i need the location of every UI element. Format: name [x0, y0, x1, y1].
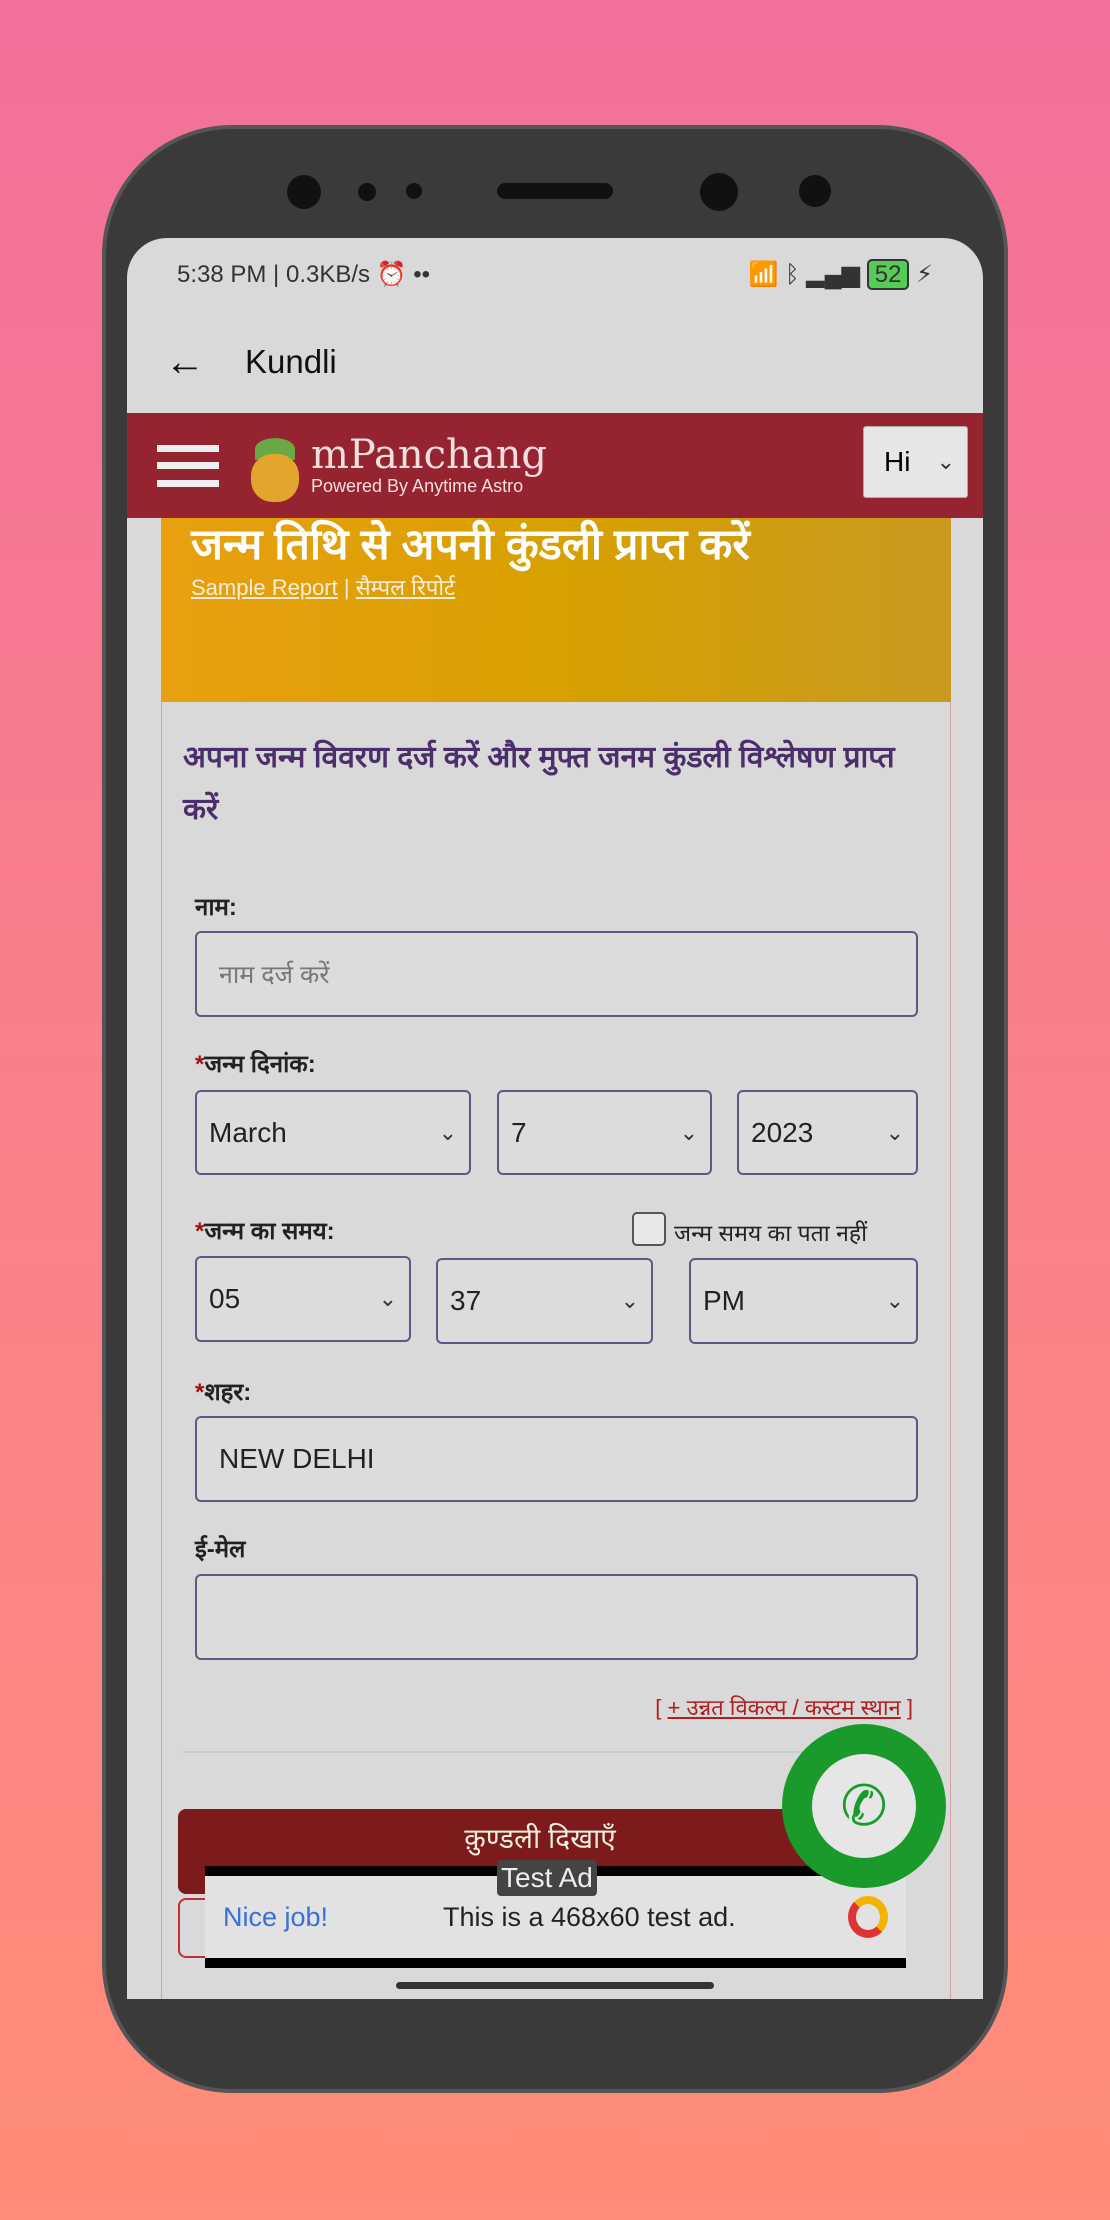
- email-input[interactable]: [195, 1574, 918, 1660]
- sample-report-hi-link[interactable]: सैम्पल रिपोर्ट: [356, 575, 455, 600]
- battery-level: 52: [874, 261, 902, 288]
- month-select[interactable]: March ⌄: [195, 1090, 471, 1175]
- logo[interactable]: mPanchang Powered By Anytime Astro: [247, 428, 547, 504]
- separator: |: [343, 575, 350, 600]
- unknown-time-label: जन्म समय का पता नहीं: [674, 1220, 868, 1246]
- ad-text: This is a 468x60 test ad.: [443, 1901, 736, 1932]
- name-input[interactable]: नाम दर्ज करें: [195, 931, 918, 1017]
- form-lead: अपना जन्म विवरण दर्ज करें और मुफ्त जनम क…: [183, 741, 895, 826]
- camera-icon: [700, 173, 738, 211]
- page-title: Kundli: [245, 343, 337, 380]
- chevron-down-icon: ⌄: [378, 1286, 397, 1311]
- wifi-icon: 📶: [748, 261, 779, 288]
- sensor-icon: [358, 183, 376, 201]
- status-time: 5:38 PM: [177, 261, 267, 288]
- call-chat-button[interactable]: ✆: [782, 1724, 946, 1888]
- name-label: नाम:: [195, 894, 237, 921]
- kalash-icon: [247, 428, 303, 504]
- banner: जन्म तिथि से अपनी कुंडली प्राप्त करें Sa…: [161, 518, 951, 702]
- language-value: Hi: [884, 446, 911, 477]
- ad-headline: Nice job!: [223, 1901, 329, 1932]
- back-arrow-icon[interactable]: ←: [165, 340, 205, 385]
- test-ad-badge: Test Ad: [497, 1860, 597, 1896]
- brand-tagline: Powered By Anytime Astro: [311, 476, 524, 496]
- year-select[interactable]: 2023 ⌄: [737, 1090, 918, 1175]
- charging-icon: ⚡: [916, 261, 933, 288]
- brand-name: mPanchang: [311, 432, 548, 478]
- email-label: ई-मेल: [195, 1536, 246, 1563]
- ampm-select[interactable]: PM ⌄: [689, 1258, 918, 1344]
- chevron-down-icon: ⌄: [885, 1119, 904, 1145]
- language-select[interactable]: Hi ⌄: [863, 426, 968, 498]
- sensor-icon: [799, 175, 831, 207]
- app-bar: ← Kundli: [127, 311, 983, 413]
- phone-call-icon: ✆: [812, 1754, 916, 1858]
- hour-select[interactable]: 05 ⌄: [195, 1256, 411, 1342]
- battery-icon: 52: [866, 259, 910, 290]
- sensor-icon: [406, 183, 422, 199]
- unknown-time-checkbox[interactable]: [632, 1212, 666, 1246]
- chevron-down-icon: ⌄: [679, 1119, 698, 1145]
- bluetooth-icon: ᛒ: [785, 261, 800, 288]
- tob-label: *जन्म का समय:: [195, 1218, 335, 1245]
- adchoices-icon[interactable]: [848, 1896, 888, 1938]
- hamburger-menu-icon[interactable]: [157, 444, 219, 487]
- city-input[interactable]: NEW DELHI: [195, 1416, 918, 1502]
- status-bar: 5:38 PM | 0.3KB/s ⏰ •• 📶 ᛒ ▂▄▆ 52 ⚡: [177, 259, 933, 290]
- chevron-down-icon: ⌄: [885, 1288, 904, 1313]
- site-header: mPanchang Powered By Anytime Astro Hi ⌄: [127, 413, 983, 518]
- name-placeholder: नाम दर्ज करें: [219, 961, 330, 989]
- network-speed: 0.3KB/s: [285, 261, 371, 288]
- alarm-icon: ⏰: [376, 261, 407, 288]
- speaker-grille: [497, 183, 613, 199]
- day-select[interactable]: 7 ⌄: [497, 1090, 712, 1175]
- camera-icon: [287, 175, 321, 209]
- minute-select[interactable]: 37 ⌄: [436, 1258, 653, 1344]
- screen: 5:38 PM | 0.3KB/s ⏰ •• 📶 ᛒ ▂▄▆ 52 ⚡ ← Ku…: [127, 238, 983, 1999]
- advanced-options-link[interactable]: [ + उन्नत विकल्प / कस्टम स्थान ]: [655, 1692, 913, 1722]
- signal-icon: ▂▄▆: [806, 261, 861, 288]
- home-indicator[interactable]: [396, 1982, 714, 1989]
- banner-title: जन्म तिथि से अपनी कुंडली प्राप्त करें: [191, 521, 750, 569]
- dob-label: *जन्म दिनांक:: [195, 1051, 316, 1078]
- chevron-down-icon: ⌄: [620, 1288, 639, 1313]
- city-label: *शहर:: [195, 1379, 252, 1406]
- chevron-down-icon: ⌄: [438, 1119, 457, 1145]
- sample-report-link[interactable]: Sample Report: [191, 575, 338, 600]
- chevron-down-icon: ⌄: [936, 449, 955, 474]
